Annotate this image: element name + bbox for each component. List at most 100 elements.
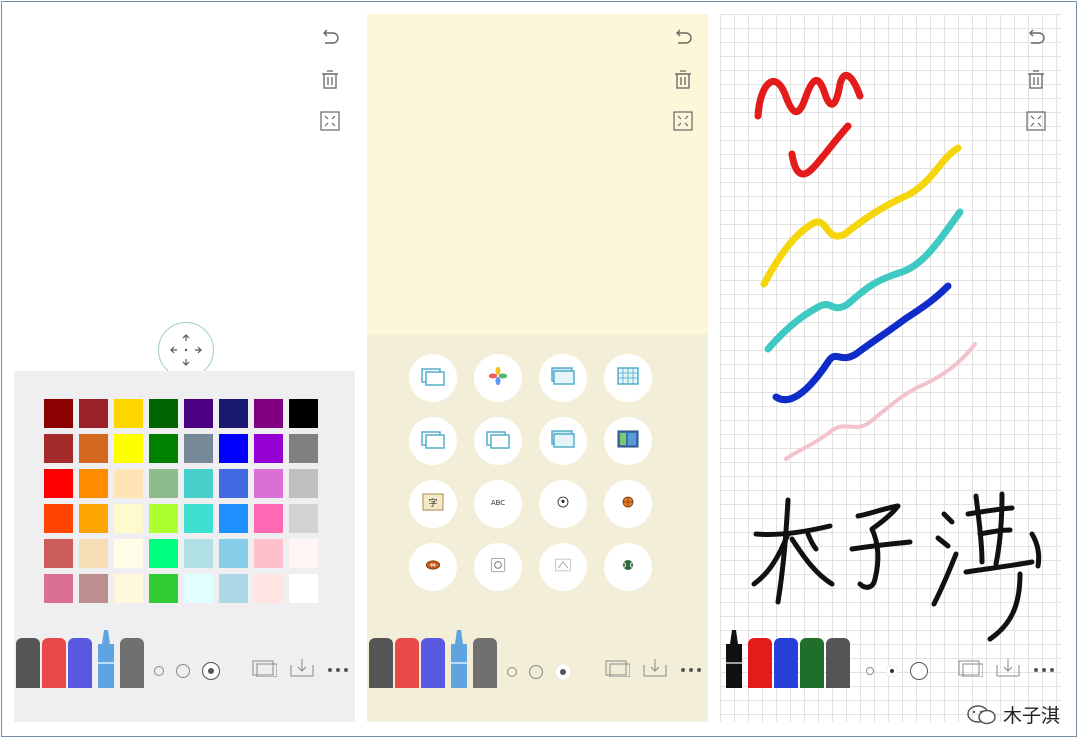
color-swatch[interactable] [149, 539, 178, 568]
color-swatch[interactable] [114, 399, 143, 428]
grid-paper-background-button[interactable] [604, 354, 652, 402]
pen-2[interactable] [395, 638, 419, 688]
color-swatch[interactable] [44, 434, 73, 463]
color-swatch[interactable] [184, 469, 213, 498]
soccer-ball-background-button[interactable] [539, 480, 587, 528]
color-swatch[interactable] [289, 504, 318, 533]
pen-4[interactable] [447, 628, 471, 688]
color-swatch[interactable] [114, 434, 143, 463]
color-swatch[interactable] [184, 539, 213, 568]
stack-background-button[interactable] [539, 417, 587, 465]
abc-card-background-button[interactable]: ABC [474, 480, 522, 528]
size-small-option[interactable] [866, 667, 874, 675]
undo-icon[interactable] [319, 26, 341, 48]
color-swatch[interactable] [219, 469, 248, 498]
color-swatch[interactable] [219, 574, 248, 603]
color-swatch[interactable] [149, 469, 178, 498]
color-swatch[interactable] [184, 504, 213, 533]
pages-icon[interactable] [251, 657, 278, 682]
fullscreen-icon[interactable] [319, 110, 341, 132]
frame-background-button[interactable] [474, 417, 522, 465]
color-swatch[interactable] [114, 469, 143, 498]
size-small-option[interactable] [507, 667, 517, 677]
pen-2[interactable] [748, 638, 772, 688]
color-swatch[interactable] [44, 574, 73, 603]
size-medium-option[interactable] [886, 665, 898, 677]
color-swatch[interactable] [149, 504, 178, 533]
color-swatch[interactable] [79, 434, 108, 463]
pen-1[interactable] [369, 638, 393, 688]
color-swatch[interactable] [289, 399, 318, 428]
tennis-ball-background-button[interactable] [604, 543, 652, 591]
color-swatch[interactable] [79, 539, 108, 568]
color-swatch[interactable] [219, 434, 248, 463]
pen-5[interactable] [473, 638, 497, 688]
pen-1[interactable] [16, 638, 40, 688]
color-swatch[interactable] [254, 399, 283, 428]
football-background-button[interactable] [409, 543, 457, 591]
pen-4[interactable] [94, 628, 118, 688]
size-large-option[interactable] [910, 662, 928, 680]
undo-icon[interactable] [672, 26, 694, 48]
fullscreen-icon[interactable] [672, 110, 694, 132]
color-swatch[interactable] [44, 504, 73, 533]
color-swatch[interactable] [44, 539, 73, 568]
color-swatch[interactable] [44, 469, 73, 498]
color-swatch[interactable] [184, 399, 213, 428]
color-swatch[interactable] [44, 399, 73, 428]
color-swatch[interactable] [254, 469, 283, 498]
color-swatch[interactable] [114, 539, 143, 568]
color-swatch[interactable] [79, 574, 108, 603]
color-swatch[interactable] [114, 504, 143, 533]
panel-drawing-canvas[interactable] [720, 14, 1061, 722]
basketball-background-button[interactable] [604, 480, 652, 528]
color-swatch[interactable] [219, 399, 248, 428]
pen-2[interactable] [42, 638, 66, 688]
court-background-button[interactable] [539, 543, 587, 591]
pen-3[interactable] [421, 638, 445, 688]
pen-4[interactable] [800, 638, 824, 688]
color-swatch[interactable] [254, 504, 283, 533]
color-swatch[interactable] [184, 434, 213, 463]
color-swatch[interactable] [79, 469, 108, 498]
color-swatch[interactable] [149, 399, 178, 428]
pen-5[interactable] [120, 638, 144, 688]
color-swatch[interactable] [114, 574, 143, 603]
size-medium-option[interactable] [176, 664, 190, 678]
stack-background-button[interactable] [539, 354, 587, 402]
color-swatch[interactable] [289, 434, 318, 463]
save-icon[interactable] [289, 657, 315, 682]
pen-1[interactable] [722, 628, 746, 688]
pages-icon[interactable] [604, 657, 631, 682]
color-swatch[interactable] [254, 539, 283, 568]
frame-background-button[interactable] [409, 417, 457, 465]
color-swatch[interactable] [289, 574, 318, 603]
save-icon[interactable] [642, 657, 668, 682]
pen-5[interactable] [826, 638, 850, 688]
color-swatch[interactable] [149, 574, 178, 603]
move-handle-icon[interactable] [158, 322, 214, 378]
trash-icon[interactable] [672, 68, 694, 90]
frame-background-button[interactable] [409, 354, 457, 402]
save-icon[interactable] [995, 657, 1021, 682]
size-large-option[interactable] [202, 662, 220, 680]
pen-3[interactable] [774, 638, 798, 688]
more-icon[interactable] [1033, 661, 1055, 679]
photos-background-button[interactable] [474, 354, 522, 402]
color-swatch[interactable] [254, 574, 283, 603]
color-swatch[interactable] [289, 469, 318, 498]
volleyball-background-button[interactable] [474, 543, 522, 591]
color-swatch[interactable] [219, 504, 248, 533]
color-swatch[interactable] [149, 434, 178, 463]
more-icon[interactable] [680, 661, 702, 679]
more-icon[interactable] [327, 661, 349, 679]
pen-3[interactable] [68, 638, 92, 688]
color-card-background-button[interactable] [604, 417, 652, 465]
color-swatch[interactable] [79, 399, 108, 428]
size-small-option[interactable] [154, 666, 164, 676]
character-card-background-button[interactable]: 字 [409, 480, 457, 528]
trash-icon[interactable] [319, 68, 341, 90]
pages-icon[interactable] [957, 657, 984, 682]
color-swatch[interactable] [79, 504, 108, 533]
size-large-option[interactable] [555, 664, 571, 680]
